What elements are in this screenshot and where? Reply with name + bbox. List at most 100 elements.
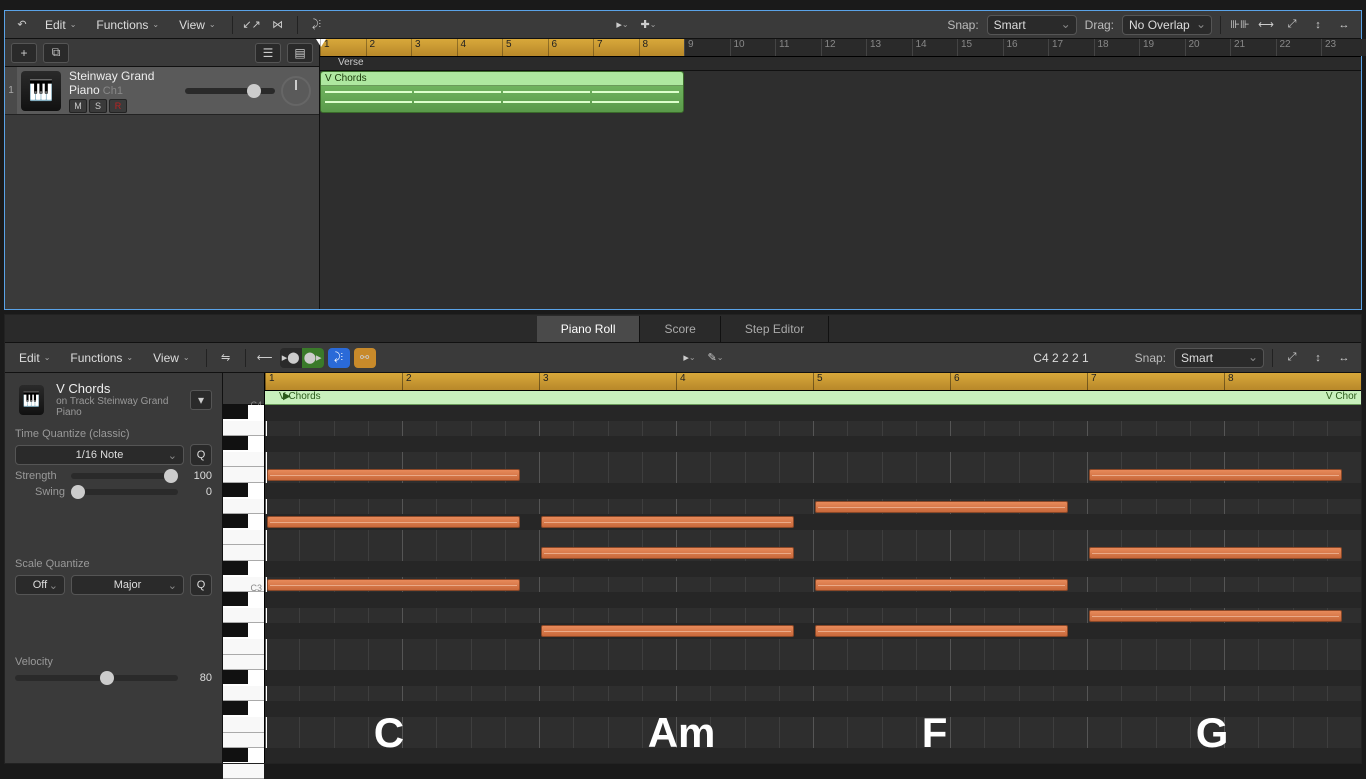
zoom-h-slider-icon[interactable]: ↔ [1333, 15, 1355, 35]
editor-zoom-h-icon[interactable]: ↔ [1333, 348, 1355, 368]
link-icon[interactable]: ⚯ [354, 348, 376, 368]
record-button[interactable]: R [109, 99, 127, 113]
midi-note[interactable] [1089, 547, 1342, 559]
swing-label: Swing [15, 486, 65, 498]
marker-track[interactable]: Verse [320, 57, 1361, 71]
editor-menu-functions[interactable]: Functions⌄ [62, 347, 141, 369]
arrange-timeline[interactable]: 1234567891011121314151617181920212223 Ve… [320, 39, 1361, 309]
chord-label: C [374, 709, 404, 757]
tab-score[interactable]: Score [640, 316, 720, 342]
arrange-toolbar: ↶ Edit⌄ Functions⌄ View⌄ ↙↗ ⋈ ⤸⫶ ▸⌄ ✚⌄ S… [5, 11, 1361, 39]
swing-value: 0 [184, 486, 212, 498]
menu-view[interactable]: View⌄ [171, 14, 224, 36]
track-row[interactable]: 1 🎹 Steinway Grand Piano Ch1 M S R [5, 67, 319, 115]
pointer-tool-icon[interactable]: ▸⌄ [611, 15, 633, 35]
midi-out-icon[interactable]: ⬤▸ [302, 348, 324, 368]
automation-toggle-icon[interactable]: ⟵ [254, 348, 276, 368]
velocity-value: 80 [184, 672, 212, 684]
vzoom-icon[interactable]: ⟷ [1255, 15, 1277, 35]
hzoom-icon[interactable]: ⤢ [1281, 15, 1303, 35]
insp-toggle-button[interactable]: ▾ [190, 390, 212, 410]
track-number: 1 [5, 67, 17, 114]
insp-piano-icon: 🎹 [19, 385, 44, 415]
waveform-zoom-icon[interactable]: ⊪⊪ [1229, 15, 1251, 35]
menu-functions[interactable]: Functions⌄ [88, 14, 167, 36]
swing-slider[interactable] [71, 489, 178, 495]
editor-region-label-right: V Chor [1322, 391, 1361, 402]
inspector-panel: 🎹 V Chords on Track Steinway Grand Piano… [5, 373, 223, 763]
global-tracks-button[interactable]: ☰ [255, 43, 281, 63]
c3-label: C3 [250, 583, 262, 593]
midi-note[interactable] [541, 625, 794, 637]
snap-select[interactable]: Smart [987, 15, 1077, 35]
midi-note[interactable] [541, 547, 794, 559]
collapse-icon[interactable]: ⇋ [215, 348, 237, 368]
editor-area: Piano Roll Score Step Editor Edit⌄ Funct… [4, 314, 1362, 764]
strength-label: Strength [15, 470, 65, 482]
editor-tabs: Piano Roll Score Step Editor [5, 315, 1361, 343]
scale-type-select[interactable]: Major [71, 575, 184, 595]
midi-note[interactable] [1089, 469, 1342, 481]
snap-label: Snap: [947, 18, 978, 32]
editor-zoom-v-icon[interactable]: ↕ [1307, 348, 1329, 368]
duplicate-track-button[interactable]: ⧉ [43, 43, 69, 63]
strength-slider[interactable] [71, 473, 178, 479]
editor-pointer-tool-icon[interactable]: ▸⌄ [678, 348, 700, 368]
editor-pencil-tool-icon[interactable]: ✎⌄ [704, 348, 726, 368]
time-quantize-select[interactable]: 1/16 Note [15, 445, 184, 465]
midi-in-icon[interactable]: ▸⬤ [280, 348, 302, 368]
midi-note[interactable] [815, 501, 1068, 513]
track-header-controls: + ⧉ ☰ ▤ [5, 39, 319, 67]
catch-icon[interactable]: ⤸⫶ [306, 15, 328, 35]
solo-button[interactable]: S [89, 99, 107, 113]
drag-label: Drag: [1085, 18, 1114, 32]
track-header-column: + ⧉ ☰ ▤ 1 🎹 Steinway Grand Piano Ch1 M S… [5, 39, 320, 309]
velocity-slider[interactable] [15, 675, 178, 681]
catch-playhead-icon[interactable]: ⤸⫶ [328, 348, 350, 368]
midi-note[interactable] [815, 625, 1068, 637]
mute-button[interactable]: M [69, 99, 87, 113]
zoom-v-slider-icon[interactable]: ↕ [1307, 15, 1329, 35]
marquee-tool-icon[interactable]: ✚⌄ [637, 15, 659, 35]
editor-bar-ruler[interactable]: 123456789 [265, 373, 1361, 391]
midi-note[interactable] [267, 579, 520, 591]
editor-snap-select[interactable]: Smart [1174, 348, 1264, 368]
piano-roll-grid[interactable]: 123456789 ▶ V Chords V Chor CAmFG [265, 373, 1361, 763]
back-icon[interactable]: ↶ [11, 15, 33, 35]
time-quantize-label: Time Quantize (classic) [15, 428, 212, 440]
tab-piano-roll[interactable]: Piano Roll [537, 316, 641, 342]
piano-icon: 🎹 [21, 71, 61, 111]
piano-keyboard[interactable]: C4 C3 [223, 373, 265, 763]
strength-value: 100 [184, 470, 212, 482]
flex-icon[interactable]: ⋈ [267, 15, 289, 35]
add-track-button[interactable]: + [11, 43, 37, 63]
note-info: C4 2 2 2 1 [1033, 351, 1088, 365]
editor-menu-edit[interactable]: Edit⌄ [11, 347, 58, 369]
editor-menu-view[interactable]: View⌄ [145, 347, 198, 369]
chord-label: G [1196, 709, 1229, 757]
midi-region[interactable]: V Chords [320, 71, 684, 113]
midi-note[interactable] [267, 469, 520, 481]
midi-note[interactable] [1089, 610, 1342, 622]
velocity-label: Velocity [15, 656, 212, 668]
volume-slider[interactable] [185, 88, 275, 94]
scale-quantize-label: Scale Quantize [15, 558, 212, 570]
editor-hzoom-icon[interactable]: ⤢ [1281, 348, 1303, 368]
editor-region-strip[interactable]: ▶ V Chords V Chor [265, 391, 1361, 405]
midi-note[interactable] [267, 516, 520, 528]
bar-ruler[interactable]: 1234567891011121314151617181920212223 [320, 39, 1361, 57]
track-filter-button[interactable]: ▤ [287, 43, 313, 63]
midi-note[interactable] [815, 579, 1068, 591]
pan-knob[interactable] [281, 76, 311, 106]
tab-step-editor[interactable]: Step Editor [721, 316, 829, 342]
quantize-button[interactable]: Q [190, 444, 212, 466]
track-channel: Ch1 [103, 85, 123, 97]
marker-verse[interactable]: Verse [334, 57, 368, 70]
midi-note[interactable] [541, 516, 794, 528]
menu-edit[interactable]: Edit⌄ [37, 14, 84, 36]
scale-quantize-button[interactable]: Q [190, 574, 212, 596]
scale-root-select[interactable]: Off [15, 575, 65, 595]
region-label: V Chords [321, 72, 683, 86]
drag-select[interactable]: No Overlap [1122, 15, 1212, 35]
automation-icon[interactable]: ↙↗ [241, 15, 263, 35]
